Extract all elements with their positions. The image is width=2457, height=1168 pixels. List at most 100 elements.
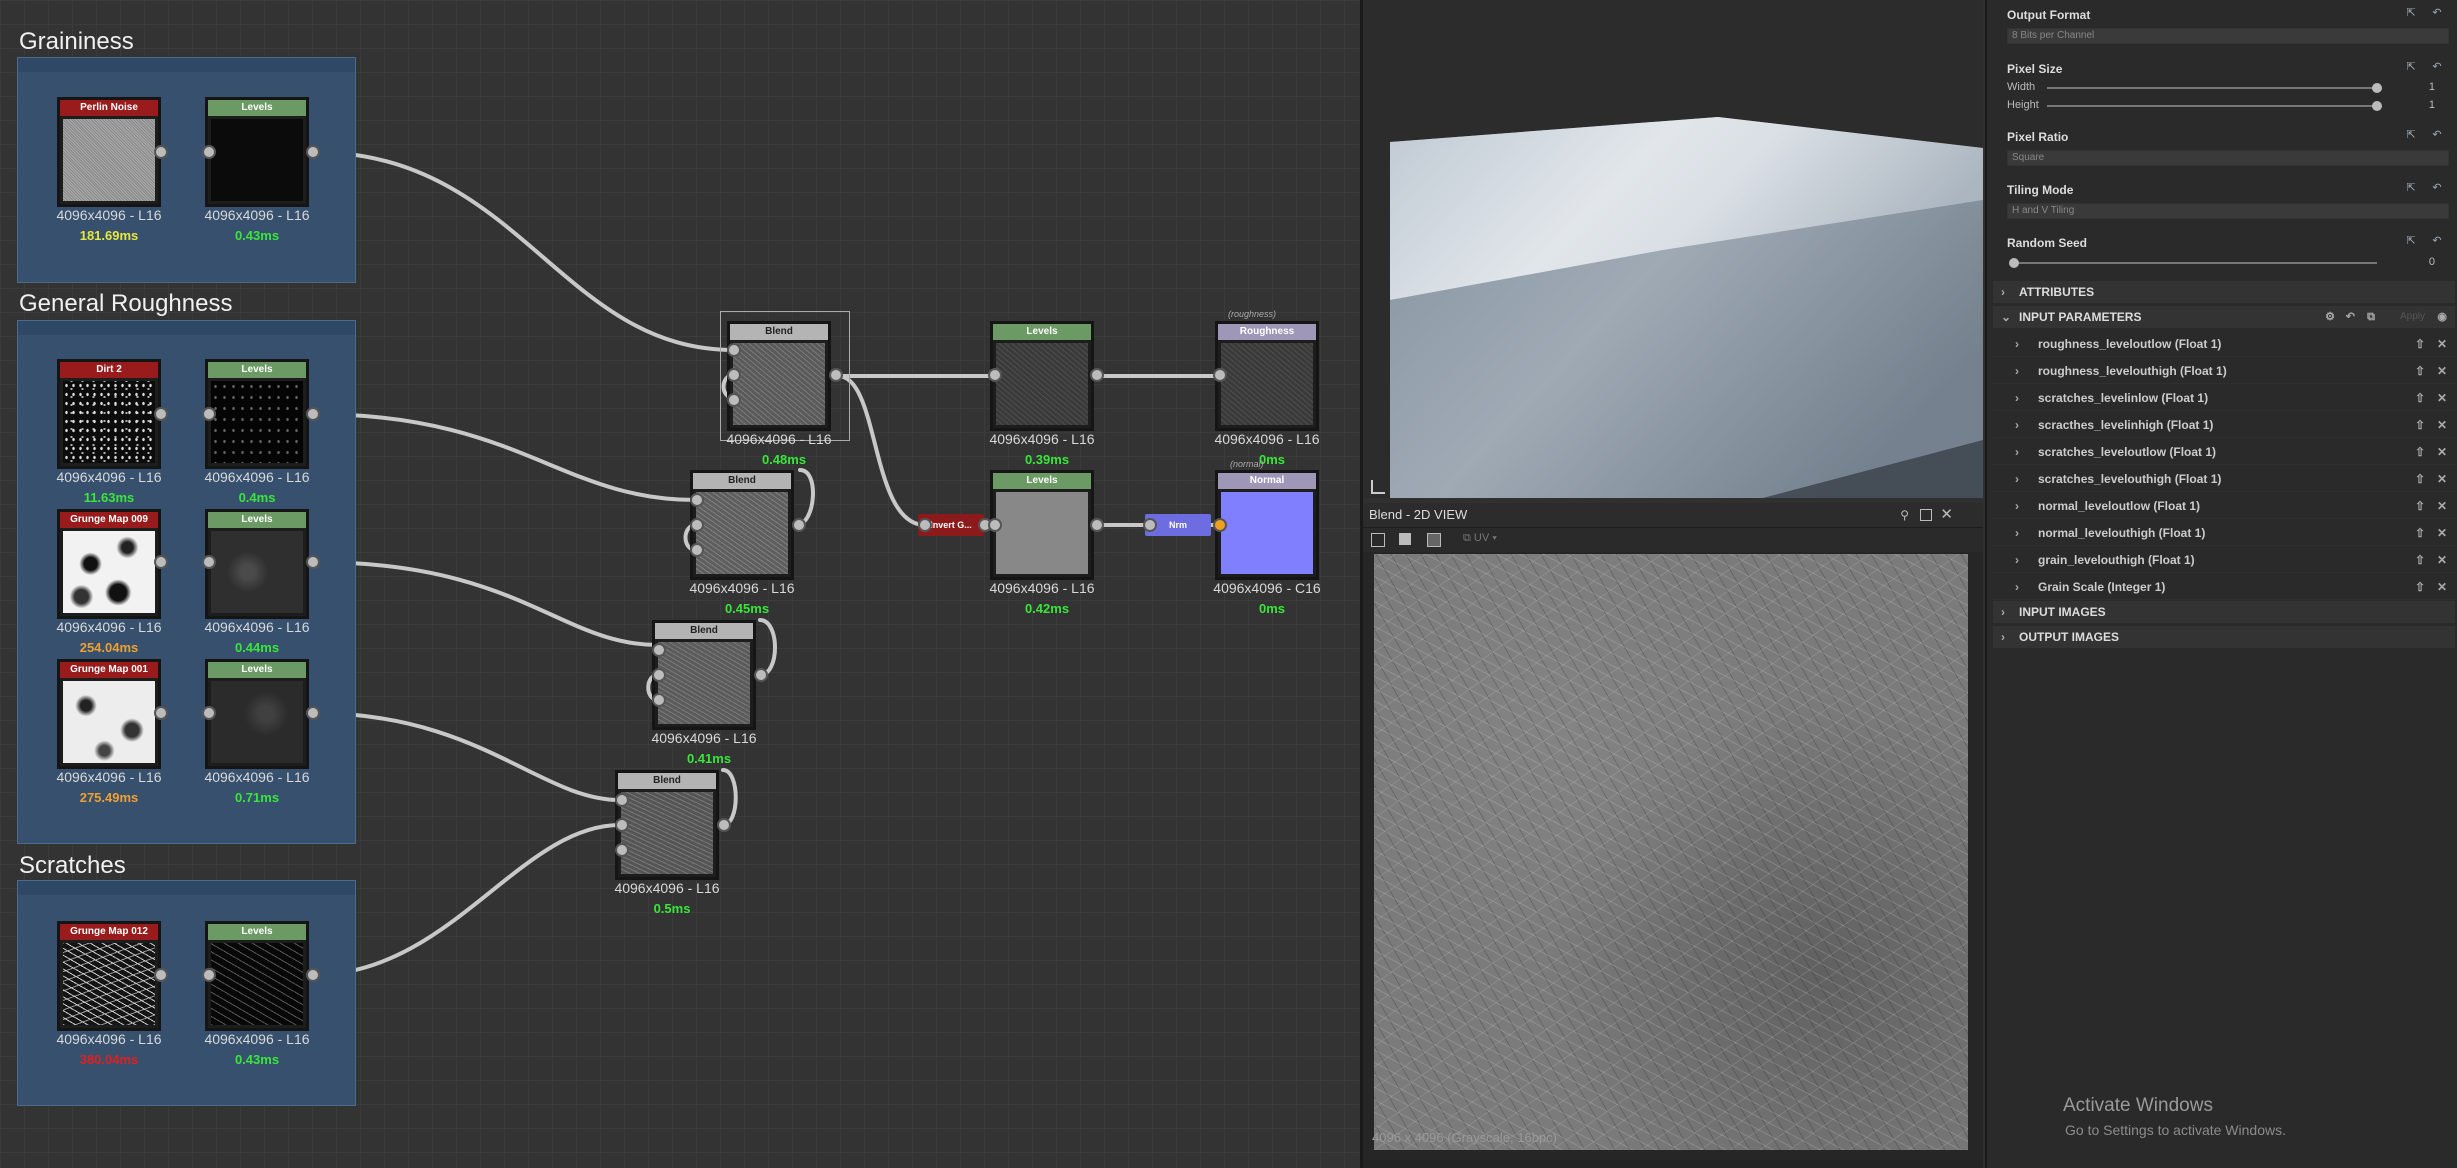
input-parameter-row[interactable]: › roughness_leveloutlow (Float 1) ⇧ ✕ bbox=[1993, 331, 2455, 357]
inherit-icon[interactable]: ⇱ bbox=[2403, 181, 2419, 195]
chevron-right-icon[interactable]: › bbox=[2015, 493, 2019, 519]
input-port[interactable] bbox=[652, 668, 666, 682]
input-port[interactable] bbox=[615, 818, 629, 832]
upload-icon[interactable]: ⇧ bbox=[2415, 547, 2425, 573]
input-port[interactable] bbox=[202, 968, 216, 982]
input-port[interactable] bbox=[690, 493, 704, 507]
output-images-section[interactable]: › OUTPUT IMAGES bbox=[1993, 626, 2455, 648]
input-port[interactable] bbox=[988, 518, 1002, 532]
tiling-mode-select[interactable]: H and V Tiling bbox=[2007, 203, 2449, 219]
export-icon[interactable] bbox=[1427, 533, 1441, 547]
input-port[interactable] bbox=[202, 706, 216, 720]
output-port[interactable] bbox=[154, 706, 168, 720]
reset-icon[interactable]: ↶ bbox=[2429, 6, 2445, 20]
upload-icon[interactable]: ⇧ bbox=[2415, 439, 2425, 465]
output-format-select[interactable]: 8 Bits per Channel bbox=[2007, 28, 2449, 44]
node-levels[interactable]: Levels bbox=[205, 359, 309, 469]
input-parameter-row[interactable]: › scratches_levelinlow (Float 1) ⇧ ✕ bbox=[1993, 385, 2455, 411]
input-parameters-section[interactable]: ⌄ INPUT PARAMETERS ⚙ ↶ ⧉ Apply ◉ bbox=[1993, 306, 2455, 328]
input-parameter-row[interactable]: › grain_levelouthigh (Float 1) ⇧ ✕ bbox=[1993, 547, 2455, 573]
input-port[interactable] bbox=[202, 145, 216, 159]
random-seed-value[interactable]: 0 bbox=[2429, 256, 2435, 268]
apply-button[interactable]: Apply bbox=[2400, 306, 2425, 328]
inherit-icon[interactable]: ⇱ bbox=[2403, 234, 2419, 248]
input-parameter-row[interactable]: › scracthes_levelinhigh (Float 1) ⇧ ✕ bbox=[1993, 412, 2455, 438]
node-blend[interactable]: Blend bbox=[615, 770, 719, 880]
chevron-right-icon[interactable]: › bbox=[2015, 520, 2019, 546]
output-port[interactable] bbox=[306, 555, 320, 569]
chevron-right-icon[interactable]: › bbox=[2015, 358, 2019, 384]
random-seed-knob[interactable] bbox=[2009, 258, 2019, 268]
node-blend[interactable]: Blend bbox=[690, 470, 794, 580]
delete-icon[interactable]: ✕ bbox=[2437, 385, 2447, 411]
node-levels[interactable]: Levels bbox=[990, 470, 1094, 580]
3d-view[interactable] bbox=[1363, 0, 1983, 498]
input-port[interactable] bbox=[652, 693, 666, 707]
output-port[interactable] bbox=[792, 518, 806, 532]
output-port[interactable] bbox=[306, 706, 320, 720]
height-slider-knob[interactable] bbox=[2372, 101, 2382, 111]
upload-icon[interactable]: ⇧ bbox=[2415, 466, 2425, 492]
width-slider-knob[interactable] bbox=[2372, 83, 2382, 93]
copy-icon[interactable]: ⧉ bbox=[2367, 306, 2375, 328]
eye-icon[interactable]: ◉ bbox=[2437, 306, 2447, 328]
delete-icon[interactable]: ✕ bbox=[2437, 412, 2447, 438]
input-parameter-row[interactable]: › Grain Scale (Integer 1) ⇧ ✕ bbox=[1993, 574, 2455, 600]
output-port[interactable] bbox=[754, 668, 768, 682]
output-port[interactable] bbox=[154, 555, 168, 569]
input-port[interactable] bbox=[615, 843, 629, 857]
reset-icon[interactable]: ↶ bbox=[2429, 60, 2445, 74]
delete-icon[interactable]: ✕ bbox=[2437, 520, 2447, 546]
chevron-right-icon[interactable]: › bbox=[2015, 439, 2019, 465]
output-port[interactable] bbox=[306, 968, 320, 982]
width-value[interactable]: 1 bbox=[2429, 81, 2435, 93]
pixel-ratio-select[interactable]: Square bbox=[2007, 150, 2449, 166]
reset-icon[interactable]: ↶ bbox=[2429, 181, 2445, 195]
reset-icon[interactable]: ↶ bbox=[2429, 234, 2445, 248]
output-port[interactable] bbox=[306, 145, 320, 159]
upload-icon[interactable]: ⇧ bbox=[2415, 358, 2425, 384]
upload-icon[interactable]: ⇧ bbox=[2415, 385, 2425, 411]
node-levels[interactable]: Levels bbox=[205, 97, 309, 207]
input-parameter-row[interactable]: › normal_leveloutlow (Float 1) ⇧ ✕ bbox=[1993, 493, 2455, 519]
output-port[interactable] bbox=[1090, 518, 1104, 532]
height-value[interactable]: 1 bbox=[2429, 99, 2435, 111]
reset-icon[interactable]: ↶ bbox=[2346, 306, 2355, 328]
input-port[interactable] bbox=[690, 543, 704, 557]
input-port[interactable] bbox=[727, 368, 741, 382]
chevron-right-icon[interactable]: › bbox=[2015, 466, 2019, 492]
input-port[interactable] bbox=[202, 407, 216, 421]
node-dirt-2[interactable]: Dirt 2 bbox=[57, 359, 161, 469]
input-parameter-row[interactable]: › normal_levelouthigh (Float 1) ⇧ ✕ bbox=[1993, 520, 2455, 546]
chevron-right-icon[interactable]: › bbox=[2015, 385, 2019, 411]
output-port[interactable] bbox=[154, 407, 168, 421]
output-port[interactable] bbox=[306, 407, 320, 421]
input-port[interactable] bbox=[1143, 518, 1157, 532]
width-slider[interactable] bbox=[2047, 87, 2377, 89]
output-port[interactable] bbox=[1090, 368, 1104, 382]
delete-icon[interactable]: ✕ bbox=[2437, 439, 2447, 465]
input-port[interactable] bbox=[202, 555, 216, 569]
save-icon[interactable] bbox=[1399, 533, 1411, 545]
input-port[interactable] bbox=[1213, 368, 1227, 382]
node-blend[interactable]: Blend bbox=[652, 620, 756, 730]
texture-preview[interactable] bbox=[1374, 554, 1968, 1150]
inherit-icon[interactable]: ⇱ bbox=[2403, 6, 2419, 20]
input-port[interactable] bbox=[1213, 518, 1227, 532]
upload-icon[interactable]: ⇧ bbox=[2415, 574, 2425, 600]
input-port[interactable] bbox=[727, 343, 741, 357]
input-parameter-row[interactable]: › roughness_levelouthigh (Float 1) ⇧ ✕ bbox=[1993, 358, 2455, 384]
delete-icon[interactable]: ✕ bbox=[2437, 358, 2447, 384]
upload-icon[interactable]: ⇧ bbox=[2415, 412, 2425, 438]
node-perlin-noise[interactable]: Perlin Noise bbox=[57, 97, 161, 207]
input-parameter-row[interactable]: › scratches_leveloutlow (Float 1) ⇧ ✕ bbox=[1993, 439, 2455, 465]
inherit-icon[interactable]: ⇱ bbox=[2403, 60, 2419, 74]
input-port[interactable] bbox=[652, 643, 666, 657]
upload-icon[interactable]: ⇧ bbox=[2415, 493, 2425, 519]
reset-icon[interactable]: ↶ bbox=[2429, 128, 2445, 142]
delete-icon[interactable]: ✕ bbox=[2437, 466, 2447, 492]
output-port[interactable] bbox=[154, 145, 168, 159]
node-roughness-output[interactable]: Roughness bbox=[1215, 321, 1319, 431]
attributes-section[interactable]: › ATTRIBUTES bbox=[1993, 281, 2455, 303]
output-port[interactable] bbox=[154, 968, 168, 982]
